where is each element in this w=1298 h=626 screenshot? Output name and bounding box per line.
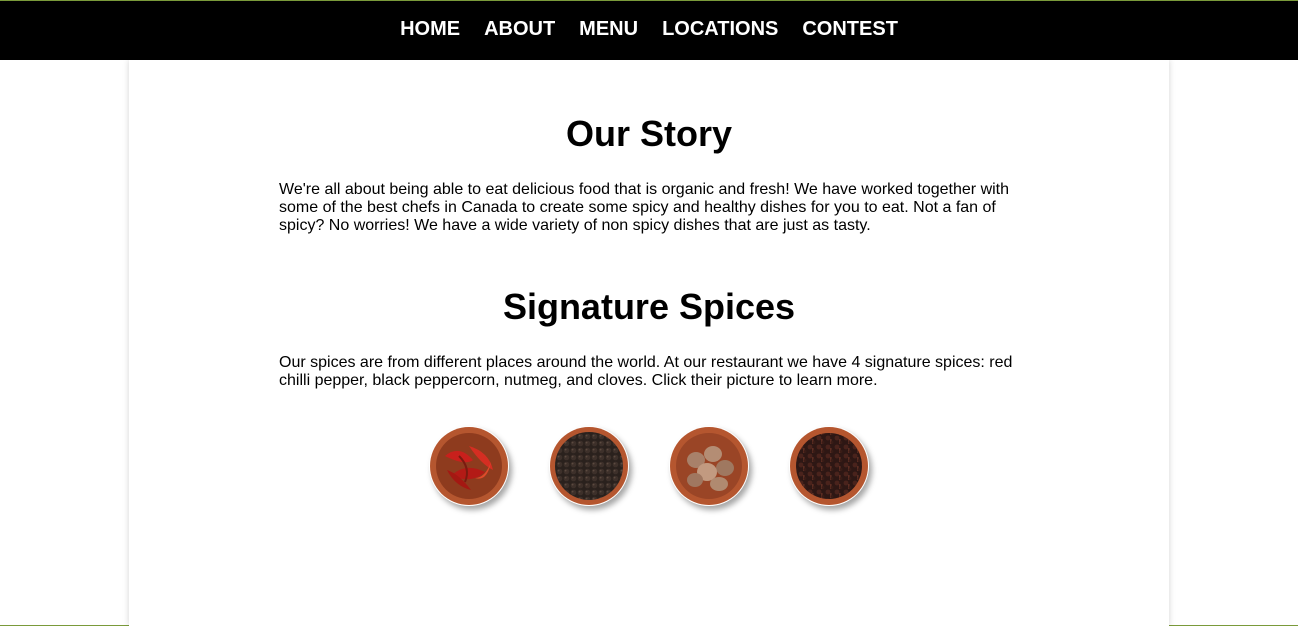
nav-contest-link[interactable]: CONTEST (802, 19, 898, 39)
our-story-heading: Our Story (565, 113, 733, 154)
cloves-bowl-icon[interactable] (789, 426, 869, 506)
black-peppercorn-bowl-icon[interactable] (549, 426, 629, 506)
nutmeg-bowl-icon[interactable] (669, 426, 749, 506)
signature-spices-heading: Signature Spices (502, 286, 796, 327)
spice-images-row (429, 426, 869, 506)
nav-home-link[interactable]: HOME (400, 19, 460, 39)
our-story-text: We're all about being able to eat delici… (279, 181, 1010, 234)
red-chilli-pepper-bowl-icon[interactable] (429, 426, 509, 506)
page: HOME ABOUT MENU LOCATIONS CONTEST Our St… (0, 0, 1298, 626)
nav-locations-link[interactable]: LOCATIONS (662, 19, 778, 39)
signature-spices-text: Our spices are from different places aro… (279, 354, 1013, 389)
main-content: Our Story We're all about being able to … (129, 60, 1169, 626)
top-navbar: HOME ABOUT MENU LOCATIONS CONTEST (0, 1, 1298, 60)
nav-menu-link[interactable]: MENU (579, 19, 638, 39)
nav-about-link[interactable]: ABOUT (484, 19, 555, 39)
